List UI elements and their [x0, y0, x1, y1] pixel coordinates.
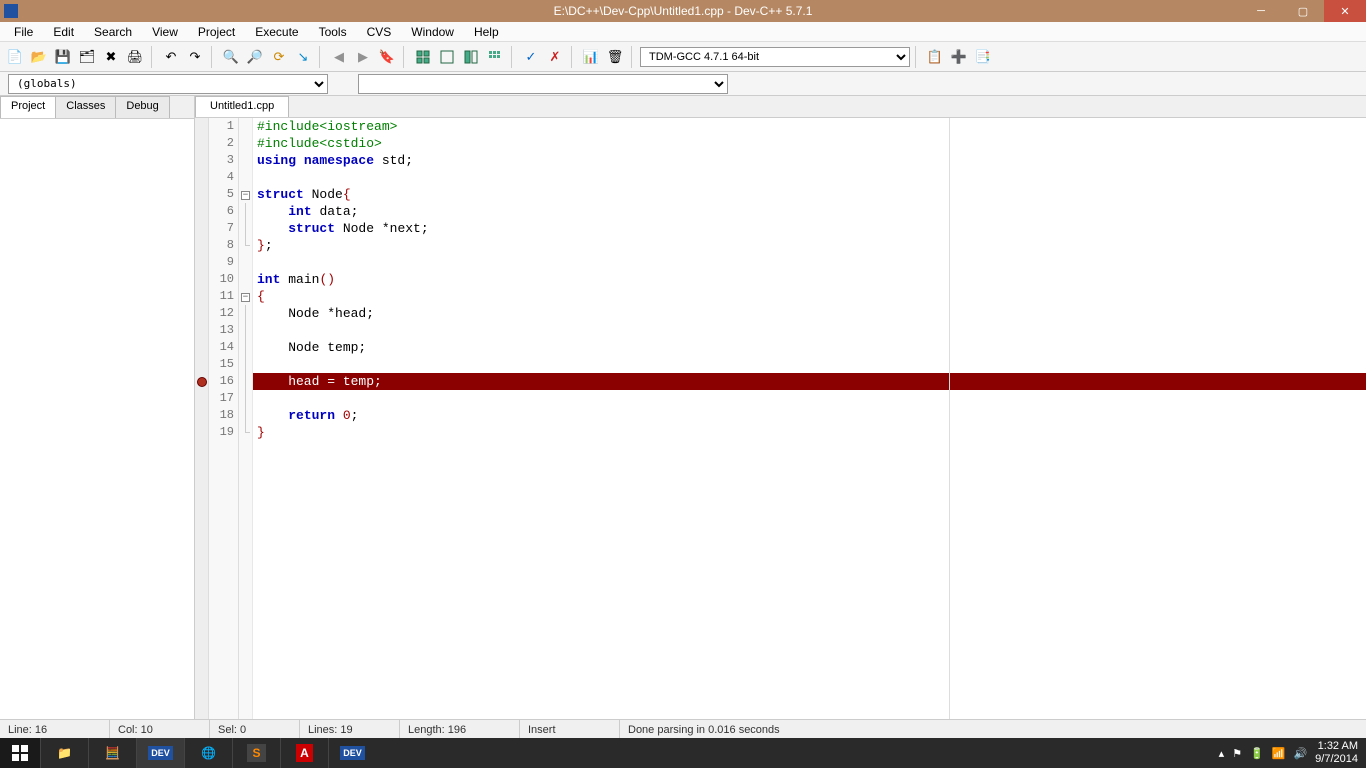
menu-view[interactable]: View: [142, 23, 188, 41]
menu-cvs[interactable]: CVS: [357, 23, 402, 41]
print-icon[interactable]: 🖨: [124, 46, 146, 68]
open-file-icon[interactable]: 📂: [28, 46, 50, 68]
new-project-icon[interactable]: 📋: [924, 46, 946, 68]
tray-battery-icon[interactable]: 🔋: [1250, 747, 1264, 760]
compiler-combo[interactable]: TDM-GCC 4.7.1 64-bit: [640, 47, 910, 67]
tray-volume-icon[interactable]: 🔊: [1293, 747, 1307, 760]
sidetab-classes[interactable]: Classes: [55, 96, 116, 118]
status-lines: Lines: 19: [300, 720, 400, 740]
status-mode: Insert: [520, 720, 620, 740]
stop-icon[interactable]: ✗: [544, 46, 566, 68]
statusbar: Line: 16 Col: 10 Sel: 0 Lines: 19 Length…: [0, 719, 1366, 740]
goto-icon[interactable]: ↘: [292, 46, 314, 68]
taskbar-adobe-icon[interactable]: A: [280, 738, 328, 768]
status-sel: Sel: 0: [210, 720, 300, 740]
minimize-button[interactable]: ─: [1240, 0, 1282, 22]
compile-run-icon[interactable]: [460, 46, 482, 68]
toolbar: 📄 📂 💾 🗂 ✖ 🖨 ↶ ↷ 🔍 🔎 ⟳ ↘ ◀ ▶ 🔖 ✓ ✗ 📊 🗑 TD…: [0, 42, 1366, 72]
system-tray[interactable]: ▴ ⚑ 🔋 📶 🔊 1:32 AM 9/7/2014: [1211, 740, 1366, 766]
menubar: File Edit Search View Project Execute To…: [0, 22, 1366, 42]
taskbar-explorer-icon[interactable]: 📁: [40, 738, 88, 768]
scope-combo[interactable]: (globals): [8, 74, 328, 94]
titlebar: E:\DC++\Dev-Cpp\Untitled1.cpp - Dev-C++ …: [0, 0, 1366, 22]
side-panel: Project Classes Debug: [0, 96, 195, 719]
undo-icon[interactable]: ↶: [160, 46, 182, 68]
add-class-icon[interactable]: ➕: [948, 46, 970, 68]
right-margin-line: [949, 118, 950, 719]
taskbar-sublime-icon[interactable]: S: [232, 738, 280, 768]
menu-edit[interactable]: Edit: [43, 23, 84, 41]
debug-icon[interactable]: ✓: [520, 46, 542, 68]
breakpoint-gutter[interactable]: [195, 118, 209, 719]
tray-up-icon[interactable]: ▴: [1219, 747, 1225, 760]
menu-help[interactable]: Help: [464, 23, 509, 41]
profile-icon[interactable]: 📊: [580, 46, 602, 68]
forward-icon[interactable]: ▶: [352, 46, 374, 68]
menu-execute[interactable]: Execute: [245, 23, 308, 41]
close-button[interactable]: ✕: [1324, 0, 1366, 22]
redo-icon[interactable]: ↷: [184, 46, 206, 68]
sidetab-project[interactable]: Project: [0, 96, 56, 118]
close-file-icon[interactable]: ✖: [100, 46, 122, 68]
project-tree[interactable]: [0, 118, 194, 719]
function-combo[interactable]: [358, 74, 728, 94]
status-msg: Done parsing in 0.016 seconds: [620, 720, 1366, 740]
start-button[interactable]: [0, 738, 40, 768]
menu-tools[interactable]: Tools: [309, 23, 357, 41]
taskbar: 📁 🧮 DEV 🌐 S A DEV ▴ ⚑ 🔋 📶 🔊 1:32 AM 9/7/…: [0, 738, 1366, 768]
line-number-gutter: 12345678910111213141516171819: [209, 118, 239, 719]
delete-profile-icon[interactable]: 🗑: [604, 46, 626, 68]
status-length: Length: 196: [400, 720, 520, 740]
back-icon[interactable]: ◀: [328, 46, 350, 68]
fold-gutter[interactable]: −−: [239, 118, 253, 719]
status-col: Col: 10: [110, 720, 210, 740]
replace-icon[interactable]: 🔎: [244, 46, 266, 68]
file-tab[interactable]: Untitled1.cpp: [195, 96, 289, 117]
tray-network-icon[interactable]: 📶: [1272, 747, 1286, 760]
run-icon[interactable]: [436, 46, 458, 68]
save-icon[interactable]: 💾: [52, 46, 74, 68]
save-all-icon[interactable]: 🗂: [76, 46, 98, 68]
taskbar-calculator-icon[interactable]: 🧮: [88, 738, 136, 768]
menu-file[interactable]: File: [4, 23, 43, 41]
find-next-icon[interactable]: ⟳: [268, 46, 290, 68]
tray-clock[interactable]: 1:32 AM 9/7/2014: [1315, 740, 1358, 766]
app-icon: [4, 4, 18, 18]
rebuild-icon[interactable]: [484, 46, 506, 68]
menu-search[interactable]: Search: [84, 23, 142, 41]
taskbar-chrome-icon[interactable]: 🌐: [184, 738, 232, 768]
tray-flag-icon[interactable]: ⚑: [1232, 747, 1242, 760]
file-tabs: Untitled1.cpp: [195, 96, 1366, 118]
maximize-button[interactable]: ▢: [1282, 0, 1324, 22]
menu-window[interactable]: Window: [401, 23, 464, 41]
window-title: E:\DC++\Dev-Cpp\Untitled1.cpp - Dev-C++ …: [554, 4, 813, 18]
bookmark-icon[interactable]: 🔖: [376, 46, 398, 68]
compile-icon[interactable]: [412, 46, 434, 68]
code-editor[interactable]: 12345678910111213141516171819 −− #includ…: [195, 118, 1366, 719]
scopebar: (globals): [0, 72, 1366, 96]
find-icon[interactable]: 🔍: [220, 46, 242, 68]
taskbar-devcpp-icon[interactable]: DEV: [136, 738, 184, 768]
project-options-icon[interactable]: 📑: [972, 46, 994, 68]
taskbar-devcpp2-icon[interactable]: DEV: [328, 738, 376, 768]
menu-project[interactable]: Project: [188, 23, 245, 41]
new-file-icon[interactable]: 📄: [4, 46, 26, 68]
code-area[interactable]: #include<iostream>#include<cstdio>using …: [253, 118, 1366, 719]
sidetab-debug[interactable]: Debug: [115, 96, 169, 118]
status-line: Line: 16: [0, 720, 110, 740]
